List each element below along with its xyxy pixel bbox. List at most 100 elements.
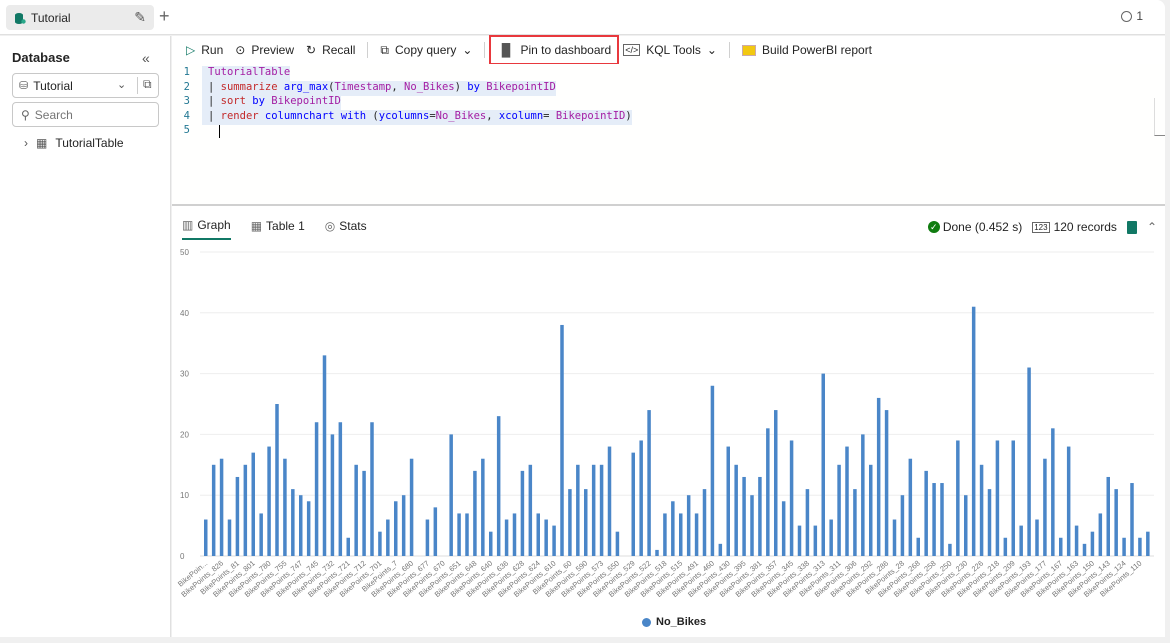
bar[interactable] [964,495,968,556]
bar[interactable] [1059,537,1063,556]
bar[interactable] [243,464,248,556]
bar[interactable] [1074,525,1079,556]
bar[interactable] [235,476,240,556]
bar[interactable] [987,489,992,556]
pin-to-dashboard-button[interactable]: ▐▌ Pin to dashboard [489,35,620,65]
bar[interactable] [789,440,794,556]
bar[interactable] [655,549,659,556]
bar[interactable] [726,446,731,556]
bar[interactable] [1082,543,1087,556]
bar[interactable] [283,458,287,556]
bar[interactable] [702,489,707,556]
preview-button[interactable]: ⊙ Preview [229,37,300,63]
bar[interactable] [1098,513,1103,556]
bar[interactable] [1138,537,1142,556]
bar[interactable] [908,458,913,556]
bar[interactable] [813,525,818,556]
bar[interactable] [884,410,889,556]
bar[interactable] [924,470,928,556]
bar[interactable] [394,501,398,556]
search-box[interactable]: ⚲ [12,102,159,127]
bar[interactable] [876,397,881,556]
add-tab-button[interactable]: + [159,6,170,27]
bar[interactable] [227,519,232,556]
bar[interactable] [1146,531,1150,556]
bar[interactable] [892,519,897,556]
tab-table-1[interactable]: ▦ Table 1 [251,216,305,240]
bar[interactable] [457,513,461,556]
bar[interactable] [489,531,493,556]
bar[interactable] [1043,458,1047,556]
bar[interactable] [449,434,453,556]
bar[interactable] [797,525,802,556]
bar[interactable] [306,501,311,556]
bar[interactable] [560,324,564,556]
bar[interactable] [710,385,715,556]
collapse-sidebar-icon[interactable]: « [142,50,150,66]
bar[interactable] [409,458,414,556]
bar[interactable] [916,537,921,556]
bar[interactable] [536,513,541,556]
bar[interactable] [481,458,485,556]
copy-query-button[interactable]: ⧉ Copy query ⌄ [374,37,478,63]
bar[interactable] [948,543,952,556]
bar[interactable] [386,519,390,556]
rename-pencil-icon[interactable]: ✎ [134,9,146,26]
bar[interactable] [552,525,556,556]
bar[interactable] [734,464,738,556]
copies-indicator[interactable]: 1 [1121,9,1143,23]
bar[interactable] [496,416,501,556]
bar[interactable] [584,489,588,556]
bar[interactable] [267,446,271,556]
bar[interactable] [338,422,343,556]
code-line[interactable]: 3 | sort by BikepointID [172,95,1152,110]
bar[interactable] [1003,537,1008,556]
bar[interactable] [259,513,263,556]
code-line[interactable]: 5 [172,124,1152,139]
collapse-results-icon[interactable]: ⌃ [1147,220,1157,234]
bar[interactable] [932,483,936,556]
bar[interactable] [900,495,905,556]
editor-scrollbar[interactable] [1154,98,1165,136]
tab-stats[interactable]: ◎ Stats [325,216,367,240]
recall-button[interactable]: ↻ Recall [300,37,361,63]
bar[interactable] [718,543,723,556]
bar[interactable] [607,446,612,556]
bar[interactable] [869,464,873,556]
bar[interactable] [576,464,580,556]
bar[interactable] [615,531,620,556]
bar[interactable] [956,440,960,556]
bar[interactable] [995,440,1000,556]
kql-tools-button[interactable]: </> KQL Tools ⌄ [617,37,723,63]
bar[interactable] [425,519,430,556]
bar[interactable] [330,434,335,556]
clipboard-icon[interactable] [1126,220,1137,234]
bar[interactable] [504,519,509,556]
bar[interactable] [299,495,303,556]
bar[interactable] [1114,489,1118,556]
bar[interactable] [631,452,636,556]
bar[interactable] [275,404,279,556]
bar[interactable] [647,410,651,556]
bar[interactable] [591,464,596,556]
bar[interactable] [686,495,691,556]
bar[interactable] [1011,440,1016,556]
bar[interactable] [639,440,643,556]
code-line[interactable]: 2 | summarize arg_max(Timestamp, No_Bikes… [172,80,1152,96]
bar[interactable] [322,355,327,556]
bar[interactable] [346,537,351,556]
bar[interactable] [1122,537,1126,556]
open-external-icon[interactable]: ⧉ [143,77,152,92]
code-line[interactable]: 1 TutorialTable [172,66,1152,81]
bar[interactable] [1051,428,1055,556]
build-powerbi-button[interactable]: Build PowerBI report [736,37,878,63]
chevron-down-icon[interactable]: ⌄ [117,78,126,91]
bar[interactable] [314,422,319,556]
bar[interactable] [1035,519,1039,556]
bar[interactable] [750,495,754,556]
query-editor[interactable]: 1 TutorialTable 2 | summarize arg_max(Times… [172,64,1165,206]
bar[interactable] [544,519,548,556]
bar[interactable] [520,470,525,556]
bar[interactable] [370,422,374,556]
bar[interactable] [401,495,406,556]
